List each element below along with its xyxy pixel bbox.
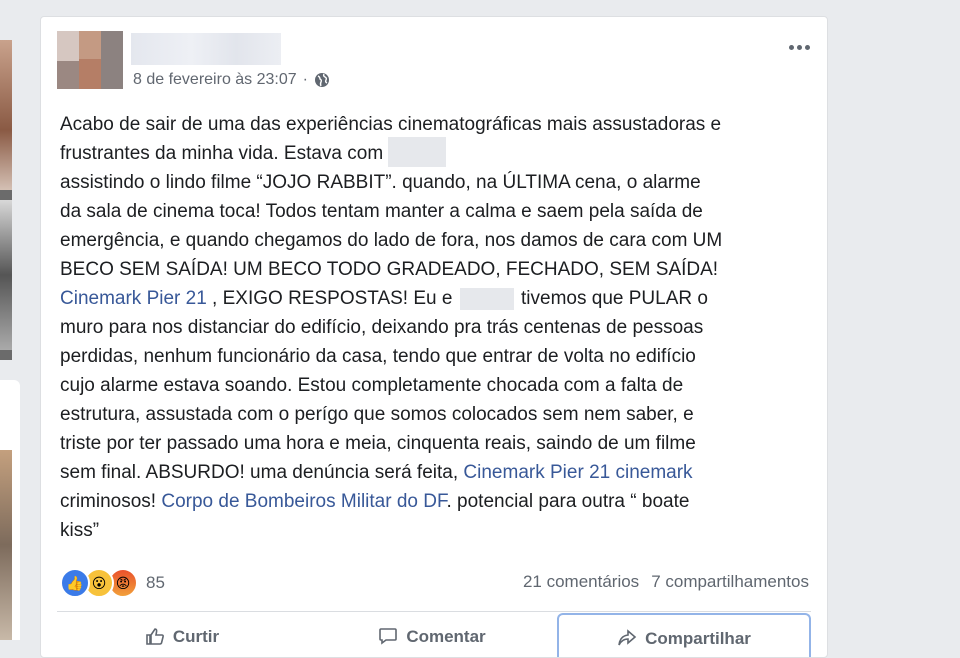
reactions-summary[interactable]: 👍 😮 😡 85 bbox=[60, 568, 165, 598]
post-meta: 8 de fevereiro às 23:07 · bbox=[133, 71, 330, 89]
like-label: Curtir bbox=[172, 627, 220, 646]
comment-icon bbox=[379, 628, 398, 645]
comments-count[interactable]: 21 comentários bbox=[523, 572, 639, 592]
post-line: kiss” bbox=[60, 520, 100, 541]
post-line: Acabo de sair de uma das experiências ci… bbox=[60, 114, 722, 135]
reaction-count[interactable]: 85 bbox=[146, 573, 165, 593]
comment-button[interactable]: Comentar bbox=[307, 613, 557, 657]
side-feed-image bbox=[0, 40, 12, 190]
facebook-post: 8 de fevereiro às 23:07 · Acabo de sair … bbox=[40, 16, 828, 658]
shares-count[interactable]: 7 compartilhamentos bbox=[651, 572, 809, 592]
side-feed-card[interactable] bbox=[0, 40, 12, 360]
share-button[interactable]: Compartilhar bbox=[557, 613, 811, 657]
post-text: sem final. ABSURDO! uma denúncia será fe… bbox=[60, 462, 464, 483]
post-line: sem final. ABSURDO! uma denúncia será fe… bbox=[60, 458, 810, 487]
post-line: triste por ter passado uma hora e meia, … bbox=[60, 433, 696, 454]
post-line: muro para nos distanciar do edifício, de… bbox=[60, 317, 704, 338]
comment-label: Comentar bbox=[406, 627, 486, 646]
post-text: , EXIGO RESPOSTAS! Eu e bbox=[206, 288, 453, 309]
post-line: emergência, e quando chegamos do lado de… bbox=[60, 230, 723, 251]
author-name-redacted[interactable] bbox=[131, 33, 281, 65]
side-feed-image bbox=[0, 200, 12, 350]
like-icon bbox=[146, 628, 164, 645]
like-reaction-icon: 👍 bbox=[60, 568, 90, 598]
post-text: frustrantes da minha vida. Estava com bbox=[60, 143, 384, 164]
globe-icon[interactable] bbox=[314, 72, 330, 88]
more-options-icon[interactable] bbox=[785, 39, 813, 55]
redacted-name bbox=[459, 287, 514, 310]
post-line: da sala de cinema toca! Todos tentam man… bbox=[60, 201, 703, 222]
like-button[interactable]: Curtir bbox=[57, 613, 307, 657]
side-feed-image bbox=[0, 450, 12, 640]
post-text: tivemos que PULAR o bbox=[521, 288, 708, 309]
post-stats: 21 comentários 7 compartilhamentos bbox=[523, 572, 809, 592]
share-label: Compartilhar bbox=[645, 629, 751, 648]
redacted-name bbox=[388, 136, 447, 167]
share-icon bbox=[618, 629, 637, 646]
post-timestamp[interactable]: 8 de fevereiro às 23:07 bbox=[133, 71, 297, 89]
mention-link[interactable]: Corpo de Bombeiros Militar do DF bbox=[161, 491, 446, 512]
post-actions: Curtir Comentar Compartilhar bbox=[57, 613, 811, 657]
post-line: frustrantes da minha vida. Estava com bbox=[60, 136, 810, 168]
post-line: BECO SEM SAÍDA! UM BECO TODO GRADEADO, F… bbox=[60, 259, 719, 280]
post-line: criminosos! Corpo de Bombeiros Militar d… bbox=[60, 487, 810, 516]
divider bbox=[57, 611, 811, 612]
post-body: Acabo de sair de uma das experiências ci… bbox=[60, 110, 810, 545]
post-line: Cinemark Pier 21 , EXIGO RESPOSTAS! Eu e… bbox=[60, 284, 810, 313]
post-line: assistindo o lindo filme “JOJO RABBIT”. … bbox=[60, 172, 701, 193]
post-line: estrutura, assustada com o perígo que so… bbox=[60, 404, 694, 425]
post-line: cujo alarme estava soando. Estou complet… bbox=[60, 375, 684, 396]
side-feed-card[interactable] bbox=[0, 380, 20, 640]
mention-link[interactable]: Cinemark Pier 21 bbox=[60, 288, 207, 309]
mention-link[interactable]: Cinemark Pier 21 cinemark bbox=[463, 462, 692, 483]
post-text: criminosos! bbox=[60, 491, 162, 512]
post-text: . potencial para outra “ boate bbox=[446, 491, 690, 512]
meta-separator: · bbox=[302, 71, 308, 88]
post-line: perdidas, nenhum funcionário da casa, te… bbox=[60, 346, 696, 367]
avatar[interactable] bbox=[57, 31, 123, 89]
